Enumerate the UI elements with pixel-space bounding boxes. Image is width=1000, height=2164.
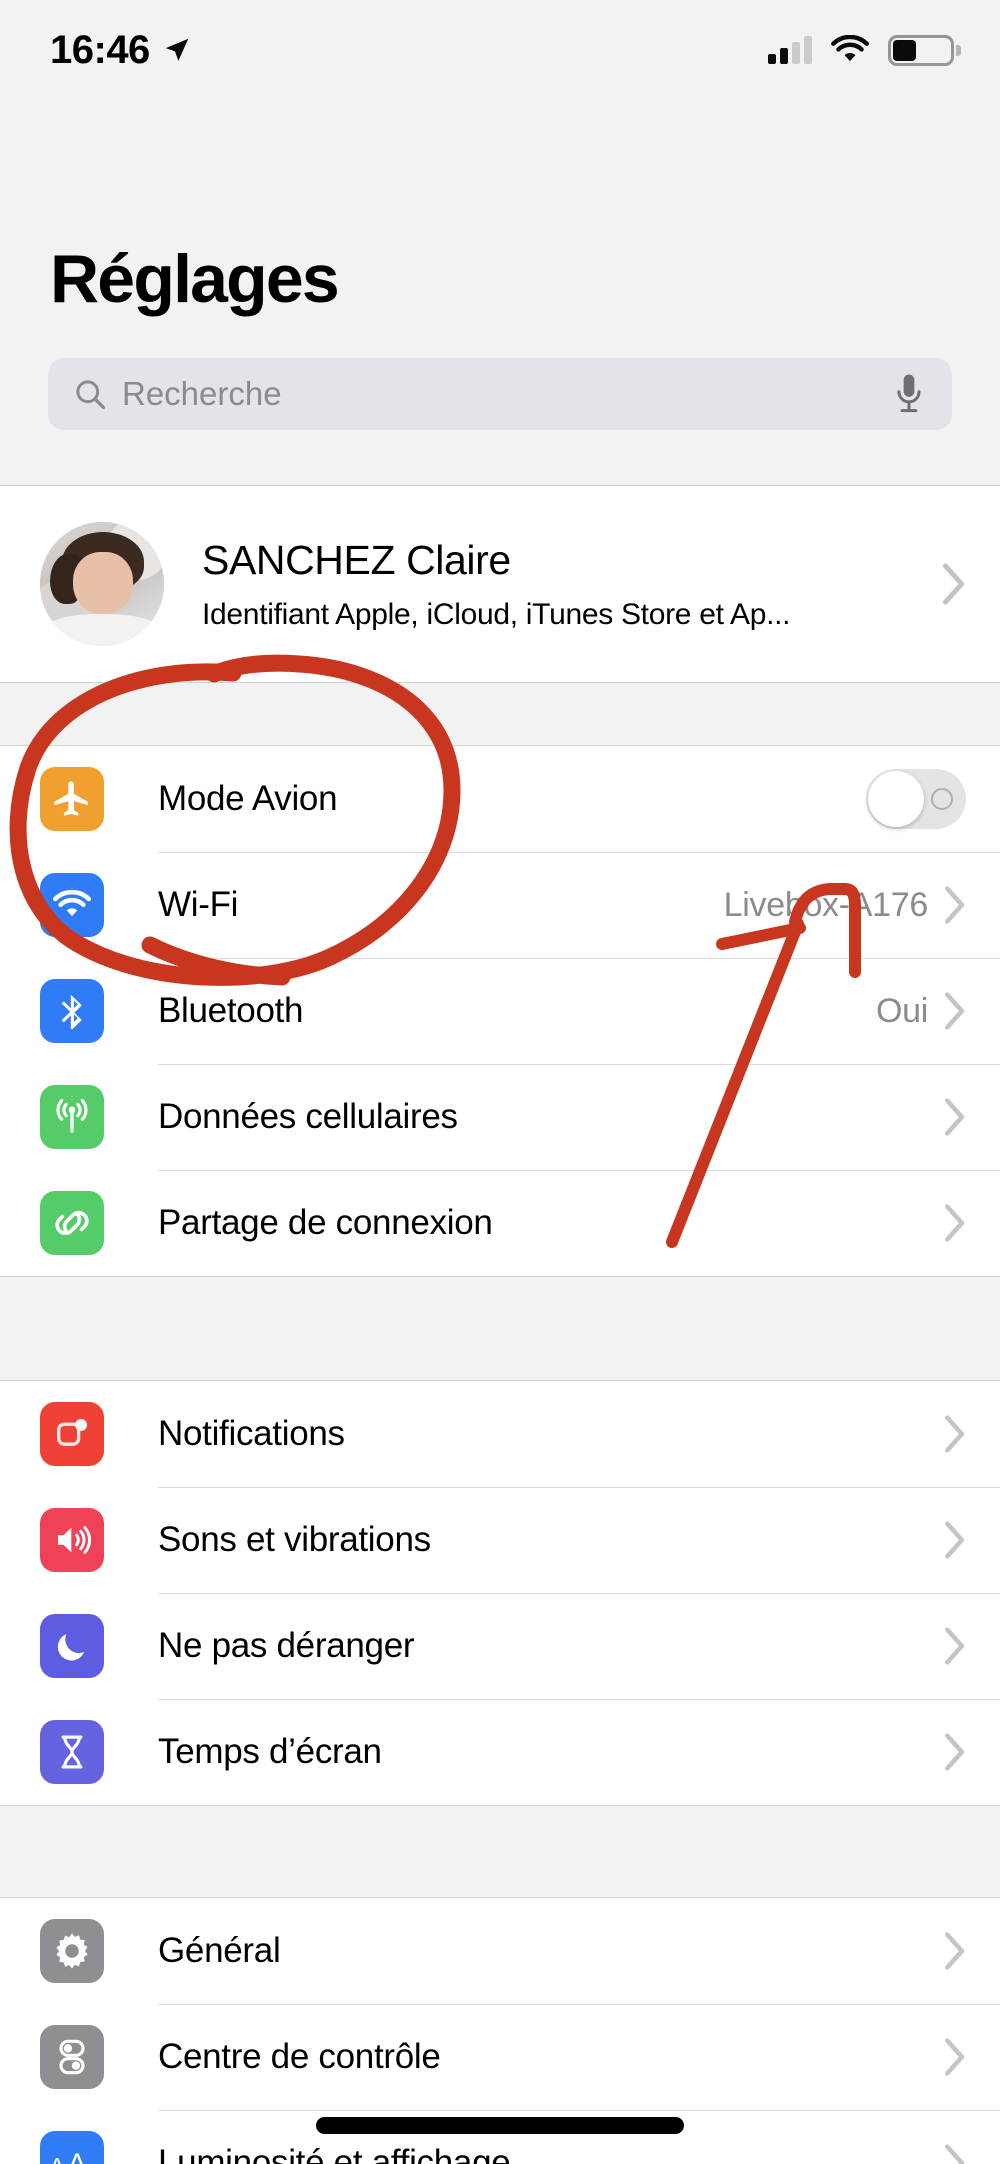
settings-row-label: Ne pas déranger [158, 1626, 415, 1665]
settings-group-connectivity: Mode Avion Wi-Fi Livebox-A176 Bluetooth … [0, 745, 1000, 1277]
apple-id-text: SANCHEZ Claire Identifiant Apple, iCloud… [202, 536, 791, 632]
moon-icon [40, 1614, 104, 1678]
settings-row-sounds-haptics[interactable]: Sons et vibrations [0, 1487, 1000, 1593]
notification-badge-icon [40, 1402, 104, 1466]
settings-row-personal-hotspot[interactable]: Partage de connexion [0, 1170, 1000, 1276]
settings-row-label: Mode Avion [158, 779, 338, 818]
microphone-icon[interactable] [892, 372, 926, 416]
settings-row-screen-time[interactable]: Temps d’écran [0, 1699, 1000, 1805]
apple-id-card: SANCHEZ Claire Identifiant Apple, iCloud… [0, 485, 1000, 683]
text-size-aa-icon: A A [40, 2131, 104, 2164]
settings-row-notifications[interactable]: Notifications [0, 1381, 1000, 1487]
account-subtitle: Identifiant Apple, iCloud, iTunes Store … [202, 597, 791, 631]
airplane-icon [40, 767, 104, 831]
account-name: SANCHEZ Claire [202, 536, 511, 583]
search-icon [76, 380, 106, 410]
gear-icon [40, 1919, 104, 1983]
hourglass-icon [40, 1720, 104, 1784]
iphone-settings-screen: 16:46 Réglages Recherche SANCHEZ Claire … [0, 0, 1000, 2164]
location-arrow-icon [165, 38, 189, 61]
chevron-right-icon [944, 992, 965, 1030]
battery-icon [888, 34, 961, 66]
bluetooth-state-value: Oui [875, 991, 928, 1030]
status-bar-left: 16:46 [50, 28, 192, 73]
settings-row-label: Données cellulaires [158, 1097, 458, 1136]
wifi-icon [831, 35, 869, 62]
settings-row-bluetooth[interactable]: Bluetooth Oui [0, 958, 1000, 1064]
chevron-right-icon [944, 1733, 965, 1771]
wifi-icon [40, 873, 104, 937]
settings-row-airplane-mode[interactable]: Mode Avion [0, 746, 1000, 852]
settings-row-label: Général [158, 1931, 281, 1970]
speaker-waves-icon [40, 1508, 104, 1572]
chevron-right-icon [944, 1521, 965, 1559]
status-bar-clock: 16:46 [50, 27, 150, 72]
settings-group-alerts: Notifications Sons et vibrations Ne pas … [0, 1380, 1000, 1806]
chevron-right-icon [944, 2144, 965, 2164]
settings-row-do-not-disturb[interactable]: Ne pas déranger [0, 1593, 1000, 1699]
search-input[interactable]: Recherche [48, 358, 952, 430]
settings-row-label: Sons et vibrations [158, 1520, 431, 1559]
settings-row-general[interactable]: Général [0, 1898, 1000, 2004]
chevron-right-icon [944, 2038, 965, 2076]
settings-row-label: Wi-Fi [158, 885, 239, 924]
chevron-right-icon [942, 563, 965, 605]
status-bar: 16:46 [0, 0, 1000, 100]
apple-id-row[interactable]: SANCHEZ Claire Identifiant Apple, iCloud… [0, 486, 1000, 682]
chevron-right-icon [944, 886, 965, 924]
chevron-right-icon [944, 1415, 965, 1453]
chevron-right-icon [944, 1627, 965, 1665]
control-toggles-icon [40, 2025, 104, 2089]
settings-row-label: Temps d’écran [158, 1732, 382, 1771]
settings-row-control-center[interactable]: Centre de contrôle [0, 2004, 1000, 2110]
page-title: Réglages [50, 241, 340, 317]
settings-row-label: Partage de connexion [158, 1203, 493, 1242]
cellular-signal-icon [768, 36, 812, 64]
chevron-right-icon [944, 1098, 965, 1136]
settings-row-label: Bluetooth [158, 991, 304, 1030]
bluetooth-icon [40, 979, 104, 1043]
chevron-right-icon [944, 1932, 965, 1970]
avatar [40, 522, 164, 646]
chevron-right-icon [944, 1204, 965, 1242]
svg-text:A: A [68, 2149, 87, 2164]
settings-row-label: Luminosité et affichage [158, 2143, 511, 2164]
search-placeholder: Recherche [122, 375, 282, 412]
home-indicator [316, 2117, 684, 2134]
settings-row-label: Centre de contrôle [158, 2037, 441, 2076]
settings-row-cellular-data[interactable]: Données cellulaires [0, 1064, 1000, 1170]
airplane-mode-toggle[interactable] [866, 769, 966, 829]
status-bar-right [768, 34, 961, 66]
antenna-icon [40, 1085, 104, 1149]
hotspot-link-icon [40, 1191, 104, 1255]
settings-row-label: Notifications [158, 1414, 345, 1453]
wifi-network-value: Livebox-A176 [723, 885, 929, 924]
svg-text:A: A [50, 2154, 65, 2164]
settings-row-wifi[interactable]: Wi-Fi Livebox-A176 [0, 852, 1000, 958]
